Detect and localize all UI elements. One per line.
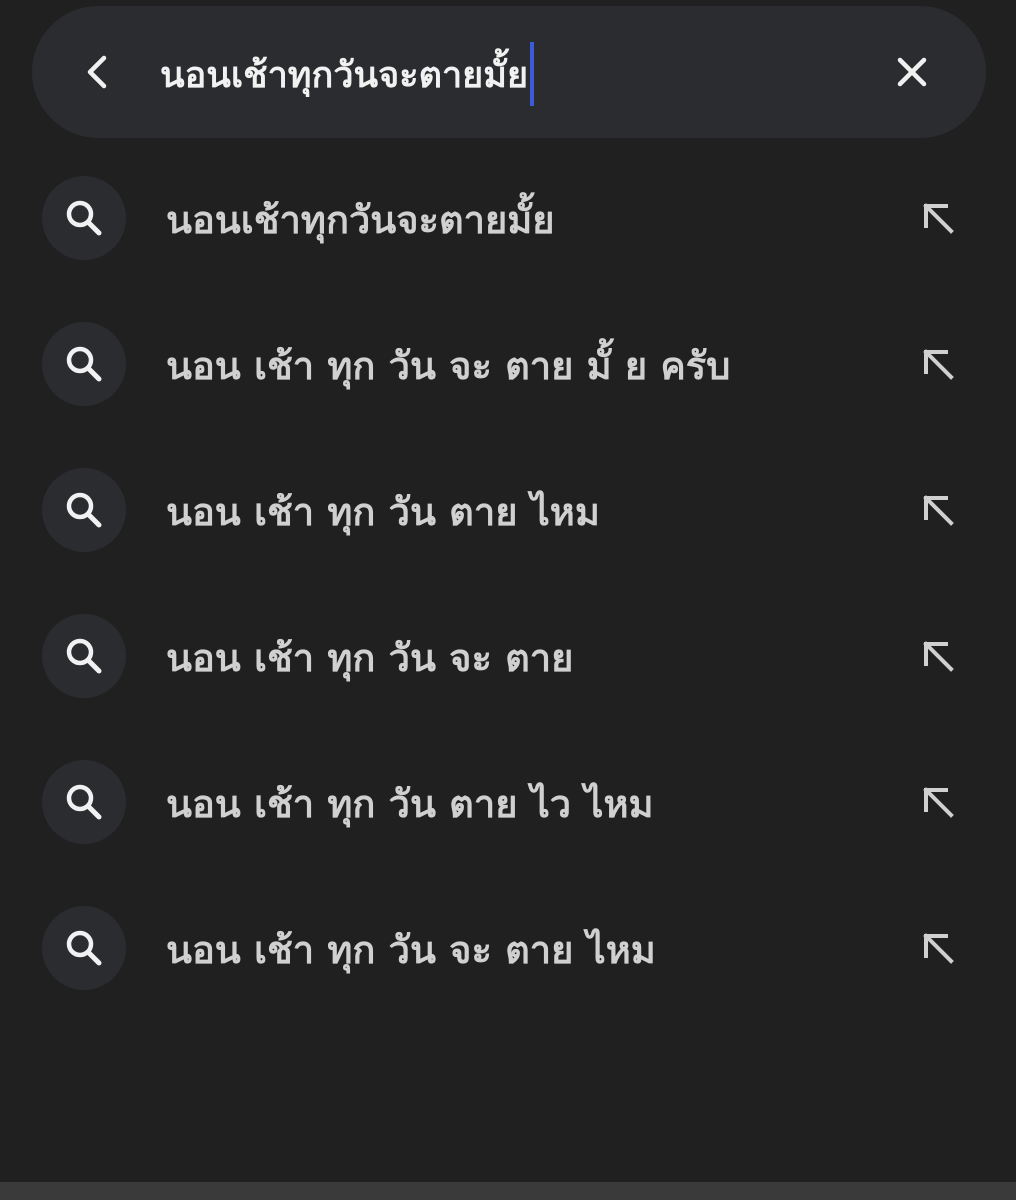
search-icon — [66, 200, 102, 236]
suggestion-list: นอนเช้าทุกวันจะตายมั้ย นอน เช้า ทุก วัน … — [0, 146, 1016, 1022]
fill-query-button[interactable] — [906, 916, 970, 980]
suggestion-item[interactable]: นอน เช้า ทุก วัน ตาย ไว ไหม — [0, 730, 1016, 876]
suggestion-search-badge — [42, 468, 126, 552]
suggestion-label: นอน เช้า ทุก วัน ตาย ไหม — [166, 489, 600, 534]
suggestion-label: นอน เช้า ทุก วัน จะ ตาย — [166, 635, 574, 680]
suggestion-item[interactable]: นอน เช้า ทุก วัน จะ ตาย — [0, 584, 1016, 730]
bottom-edge-bar — [0, 1182, 1016, 1200]
suggestion-search-badge — [42, 614, 126, 698]
fill-query-button[interactable] — [906, 332, 970, 396]
suggestion-item[interactable]: นอน เช้า ทุก วัน ตาย ไหม — [0, 438, 1016, 584]
suggestion-search-badge — [42, 906, 126, 990]
suggestion-label: นอน เช้า ทุก วัน จะ ตาย มั้ ย ครับ — [166, 343, 731, 388]
suggestion-search-badge — [42, 176, 126, 260]
search-icon — [66, 346, 102, 382]
fill-query-button[interactable] — [906, 186, 970, 250]
search-icon — [66, 784, 102, 820]
close-icon — [897, 57, 927, 87]
back-button[interactable] — [70, 44, 126, 100]
search-query-text: นอนเช้าทุกวันจะตายมั้ย — [160, 54, 529, 96]
search-icon — [66, 930, 102, 966]
suggestion-label: นอน เช้า ทุก วัน จะ ตาย ไหม — [166, 927, 656, 972]
suggestion-item[interactable]: นอน เช้า ทุก วัน จะ ตาย มั้ ย ครับ — [0, 292, 1016, 438]
fill-query-button[interactable] — [906, 478, 970, 542]
search-screen: นอนเช้าทุกวันจะตายมั้ย นอนเช้าทุกวันจะตา… — [0, 0, 1016, 1200]
fill-query-button[interactable] — [906, 770, 970, 834]
fill-query-button[interactable] — [906, 624, 970, 688]
search-icon — [66, 492, 102, 528]
suggestion-search-badge — [42, 322, 126, 406]
chevron-left-icon — [87, 55, 107, 89]
arrow-up-left-icon — [923, 641, 954, 672]
arrow-up-left-icon — [923, 787, 954, 818]
suggestion-item[interactable]: นอน เช้า ทุก วัน จะ ตาย ไหม — [0, 876, 1016, 1022]
clear-button[interactable] — [884, 44, 940, 100]
suggestion-label: นอน เช้า ทุก วัน ตาย ไว ไหม — [166, 781, 654, 826]
search-input[interactable]: นอนเช้าทุกวันจะตายมั้ย — [160, 42, 535, 106]
suggestion-search-badge — [42, 760, 126, 844]
suggestion-item[interactable]: นอนเช้าทุกวันจะตายมั้ย — [0, 146, 1016, 292]
text-caret — [530, 42, 535, 106]
arrow-up-left-icon — [923, 495, 954, 526]
search-icon — [66, 638, 102, 674]
arrow-up-left-icon — [923, 203, 954, 234]
arrow-up-left-icon — [923, 933, 954, 964]
arrow-up-left-icon — [923, 349, 954, 380]
suggestion-label: นอนเช้าทุกวันจะตายมั้ย — [166, 197, 555, 242]
